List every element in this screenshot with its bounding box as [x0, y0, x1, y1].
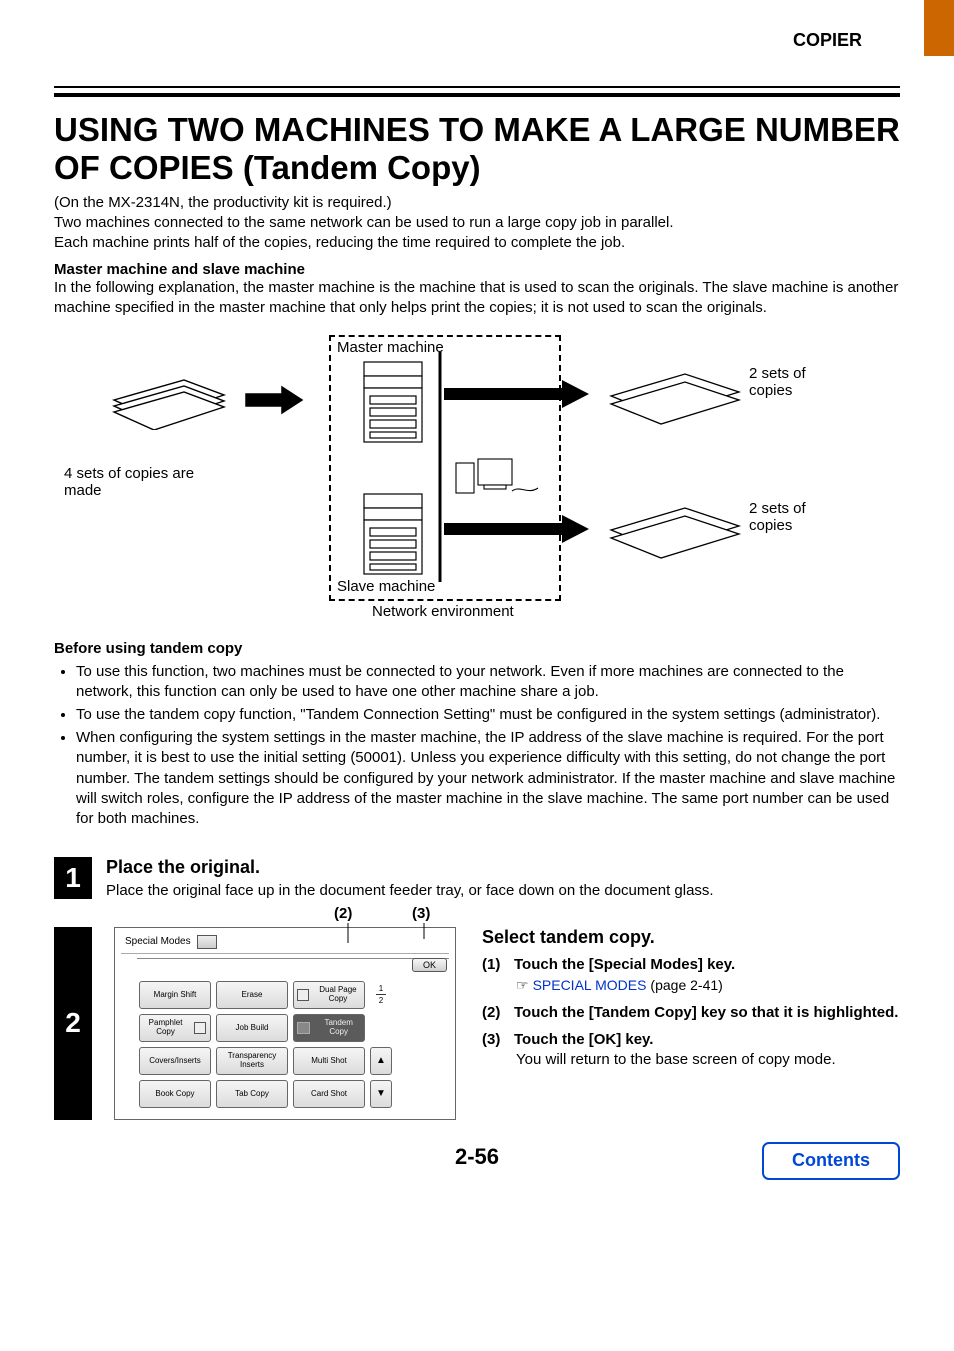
intro-line: Each machine prints half of the copies, … — [54, 234, 900, 251]
server-pc-icon — [454, 455, 544, 501]
panel-header-icon — [197, 935, 217, 949]
slave-copier-icon — [354, 488, 432, 580]
before-item: To use this function, two machines must … — [76, 662, 900, 702]
title-rule — [54, 86, 900, 97]
dual-page-copy-button[interactable]: Dual Page Copy — [293, 981, 365, 1009]
step-number-1: 1 — [54, 857, 92, 899]
output-caption-1: 2 sets of copies — [749, 365, 839, 399]
instr-text: Touch the [OK] key. — [514, 1031, 653, 1048]
callout-3-line — [423, 923, 425, 939]
output-stack-icon — [599, 486, 749, 566]
tandem-copy-button[interactable]: Tandem Copy — [293, 1014, 365, 1042]
arrow-to-output-icon — [444, 515, 589, 543]
instr-num: (3) — [482, 1031, 514, 1048]
job-build-button[interactable]: Job Build — [216, 1014, 288, 1042]
instr-num: (1) — [482, 956, 514, 973]
before-item: To use the tandem copy function, "Tandem… — [76, 705, 900, 725]
before-list: To use this function, two machines must … — [54, 662, 900, 829]
tandem-diagram: 4 sets of copies are made Master machine… — [54, 330, 900, 630]
pamphlet-label: Pamphlet Copy — [143, 1019, 188, 1036]
section-accent — [924, 0, 954, 56]
step-1: 1 Place the original. Place the original… — [54, 857, 900, 899]
multi-shot-button[interactable]: Multi Shot — [293, 1047, 365, 1075]
network-label: Network environment — [372, 603, 514, 620]
book-copy-button[interactable]: Book Copy — [139, 1080, 211, 1108]
output-stack-icon — [599, 352, 749, 432]
page-title: USING TWO MACHINES TO MAKE A LARGE NUMBE… — [54, 111, 900, 188]
pamphlet-icon — [194, 1022, 206, 1034]
special-modes-panel: Special Modes OK OK Margin Shift Erase — [114, 927, 456, 1120]
pamphlet-copy-button[interactable]: Pamphlet Copy — [139, 1014, 211, 1042]
master-copier-icon — [354, 356, 432, 448]
step1-text: Place the original face up in the docume… — [106, 882, 900, 899]
special-modes-link[interactable]: SPECIAL MODES — [533, 977, 647, 993]
transparency-inserts-button[interactable]: Transparency Inserts — [216, 1047, 288, 1075]
intro-block: (On the MX-2314N, the productivity kit i… — [54, 194, 900, 251]
card-shot-button[interactable]: Card Shot — [293, 1080, 365, 1108]
instr-text: Touch the [Tandem Copy] key so that it i… — [514, 1004, 898, 1021]
step2-title: Select tandem copy. — [482, 927, 900, 948]
master-slave-text: In the following explanation, the master… — [54, 278, 900, 319]
dual-page-icon — [297, 989, 309, 1001]
step2-instruction-1: (1)Touch the [Special Modes] key. ☞ SPEC… — [482, 956, 900, 994]
arrow-to-output-icon — [444, 380, 589, 408]
callout-2-line — [347, 923, 349, 943]
intro-line: (On the MX-2314N, the productivity kit i… — [54, 194, 900, 211]
contents-button[interactable]: Contents — [762, 1142, 900, 1180]
subheading-master-slave: Master machine and slave machine — [54, 261, 900, 278]
instr-text: Touch the [Special Modes] key. — [514, 956, 735, 973]
before-item: When configuring the system settings in … — [76, 728, 900, 828]
step-number-2: 2 — [54, 927, 92, 1120]
master-label: Master machine — [337, 339, 444, 356]
step2-instruction-2: (2)Touch the [Tandem Copy] key so that i… — [482, 1004, 900, 1021]
tandem-icon — [297, 1022, 310, 1034]
step1-title: Place the original. — [106, 857, 900, 878]
ok-button[interactable]: OK — [412, 958, 447, 972]
panel-title: Special Modes — [125, 936, 191, 947]
pointer-icon: ☞ — [516, 977, 529, 994]
intro-line: Two machines connected to the same netwo… — [54, 214, 900, 231]
originals-caption: 4 sets of copies are made — [64, 465, 234, 499]
step2-instruction-3: (3)Touch the [OK] key. You will return t… — [482, 1031, 900, 1068]
scroll-up-button[interactable]: ▲ — [370, 1047, 392, 1075]
callout-3: (3) — [412, 905, 430, 922]
tab-copy-button[interactable]: Tab Copy — [216, 1080, 288, 1108]
margin-shift-button[interactable]: Margin Shift — [139, 981, 211, 1009]
covers-inserts-button[interactable]: Covers/Inserts — [139, 1047, 211, 1075]
erase-button[interactable]: Erase — [216, 981, 288, 1009]
dual-page-label: Dual Page Copy — [314, 986, 362, 1003]
callout-2: (2) — [334, 905, 352, 922]
section-label: COPIER — [54, 30, 862, 51]
page-indicator: 12 — [370, 981, 392, 1009]
panel-inner-ok-bar: OK — [137, 958, 449, 972]
output-caption-2: 2 sets of copies — [749, 500, 839, 534]
originals-stack-icon — [104, 360, 234, 430]
step-2: 2 (2) (3) Special Modes — [54, 927, 900, 1120]
instr-num: (2) — [482, 1004, 514, 1021]
subheading-before: Before using tandem copy — [54, 640, 900, 657]
page-footer: 2-56 Contents — [54, 1144, 900, 1182]
slave-label: Slave machine — [337, 578, 435, 595]
arrow-right-icon — [244, 385, 304, 415]
tandem-label: Tandem Copy — [315, 1019, 362, 1036]
page-ref: (page 2-41) — [650, 977, 722, 993]
scroll-down-button[interactable]: ▼ — [370, 1080, 392, 1108]
instr-note: You will return to the base screen of co… — [516, 1051, 900, 1068]
